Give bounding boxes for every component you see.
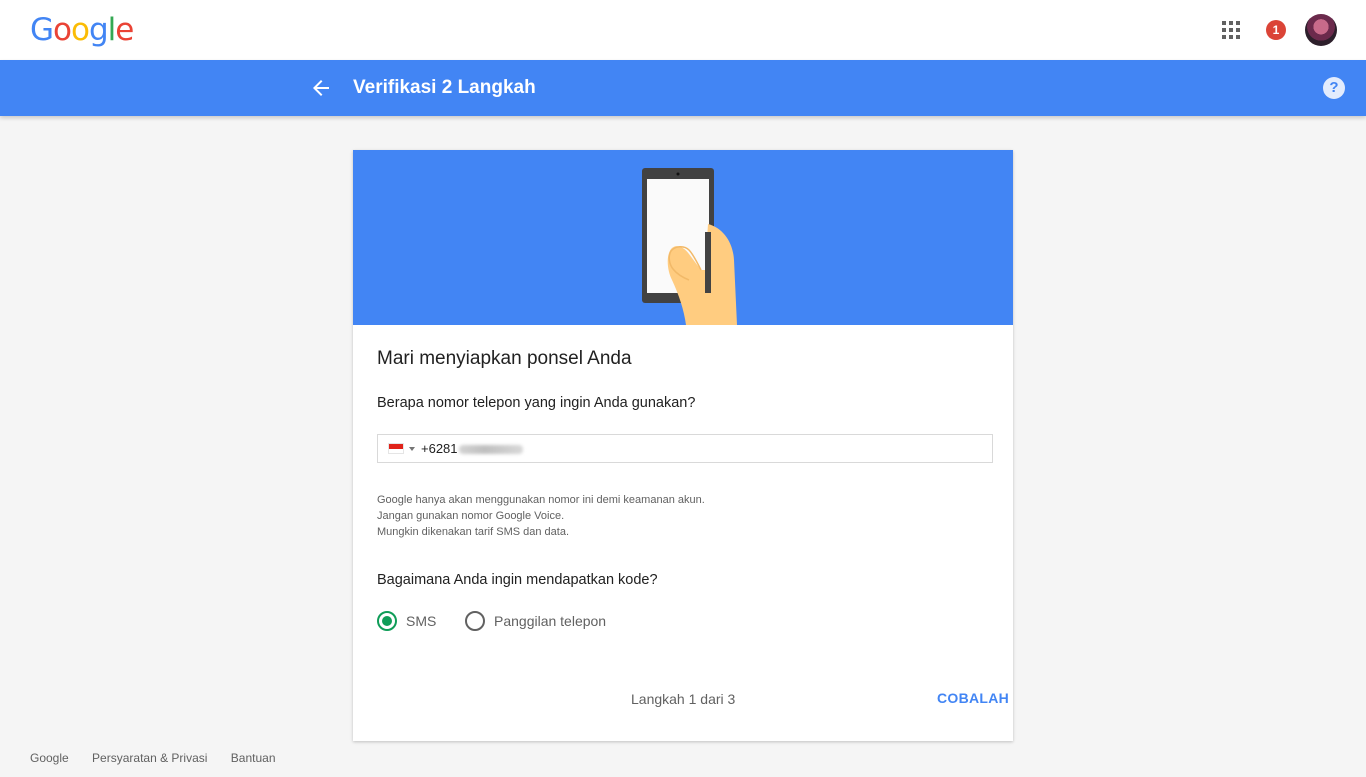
google-logo[interactable]: Google: [30, 12, 134, 48]
phone-question: Berapa nomor telepon yang ingin Anda gun…: [377, 395, 696, 411]
info-line: Jangan gunakan nomor Google Voice.: [377, 510, 565, 522]
radio-label[interactable]: Panggilan telepon: [494, 613, 606, 629]
radio-label[interactable]: SMS: [406, 613, 436, 629]
page-title: Verifikasi 2 Langkah: [353, 77, 536, 98]
country-dropdown-caret-icon[interactable]: [409, 447, 415, 451]
phone-prefix: +6281: [421, 441, 458, 456]
logo-letter: g: [88, 12, 109, 48]
flag-indonesia-icon[interactable]: [388, 443, 404, 454]
help-icon[interactable]: ?: [1323, 77, 1345, 99]
phone-number-value[interactable]: +6281: [421, 441, 523, 456]
card-title: Mari menyiapkan ponsel Anda: [377, 348, 632, 369]
radio-unchecked-icon[interactable]: [465, 611, 485, 631]
code-method-question: Bagaimana Anda ingin mendapatkan kode?: [377, 572, 658, 588]
logo-letter: G: [30, 12, 54, 48]
blurred-digits: [458, 445, 523, 455]
radio-checked-icon[interactable]: [377, 611, 397, 631]
logo-letter: l: [107, 12, 117, 48]
arrow-left-icon[interactable]: [309, 76, 333, 100]
hero-banner: [353, 150, 1013, 325]
phone-number-field[interactable]: +6281: [377, 434, 993, 463]
phone-hand-illustration: [642, 168, 737, 325]
logo-letter: o: [53, 12, 72, 48]
logo-letter: o: [71, 12, 90, 48]
logo-letter: e: [115, 12, 134, 48]
avatar[interactable]: [1305, 14, 1337, 46]
footer-link-google[interactable]: Google: [30, 751, 69, 765]
app-bar: Verifikasi 2 Langkah ?: [0, 60, 1366, 116]
info-line: Google hanya akan menggunakan nomor ini …: [377, 494, 705, 506]
notification-badge[interactable]: 1: [1266, 20, 1286, 40]
next-button[interactable]: COBALAH: [937, 690, 1009, 706]
footer-link-terms-privacy[interactable]: Persyaratan & Privasi: [92, 751, 207, 765]
top-bar: Google 1: [0, 0, 1366, 60]
info-line: Mungkin dikenakan tarif SMS dan data.: [377, 526, 570, 538]
apps-grid-icon[interactable]: [1222, 21, 1240, 39]
footer-link-help[interactable]: Bantuan: [231, 751, 276, 765]
setup-card: Mari menyiapkan ponsel Anda Berapa nomor…: [353, 150, 1013, 741]
footer: Google Persyaratan & Privasi Bantuan: [30, 751, 296, 765]
info-text: Google hanya akan menggunakan nomor ini …: [377, 492, 705, 540]
step-indicator: Langkah 1 dari 3: [631, 691, 736, 707]
